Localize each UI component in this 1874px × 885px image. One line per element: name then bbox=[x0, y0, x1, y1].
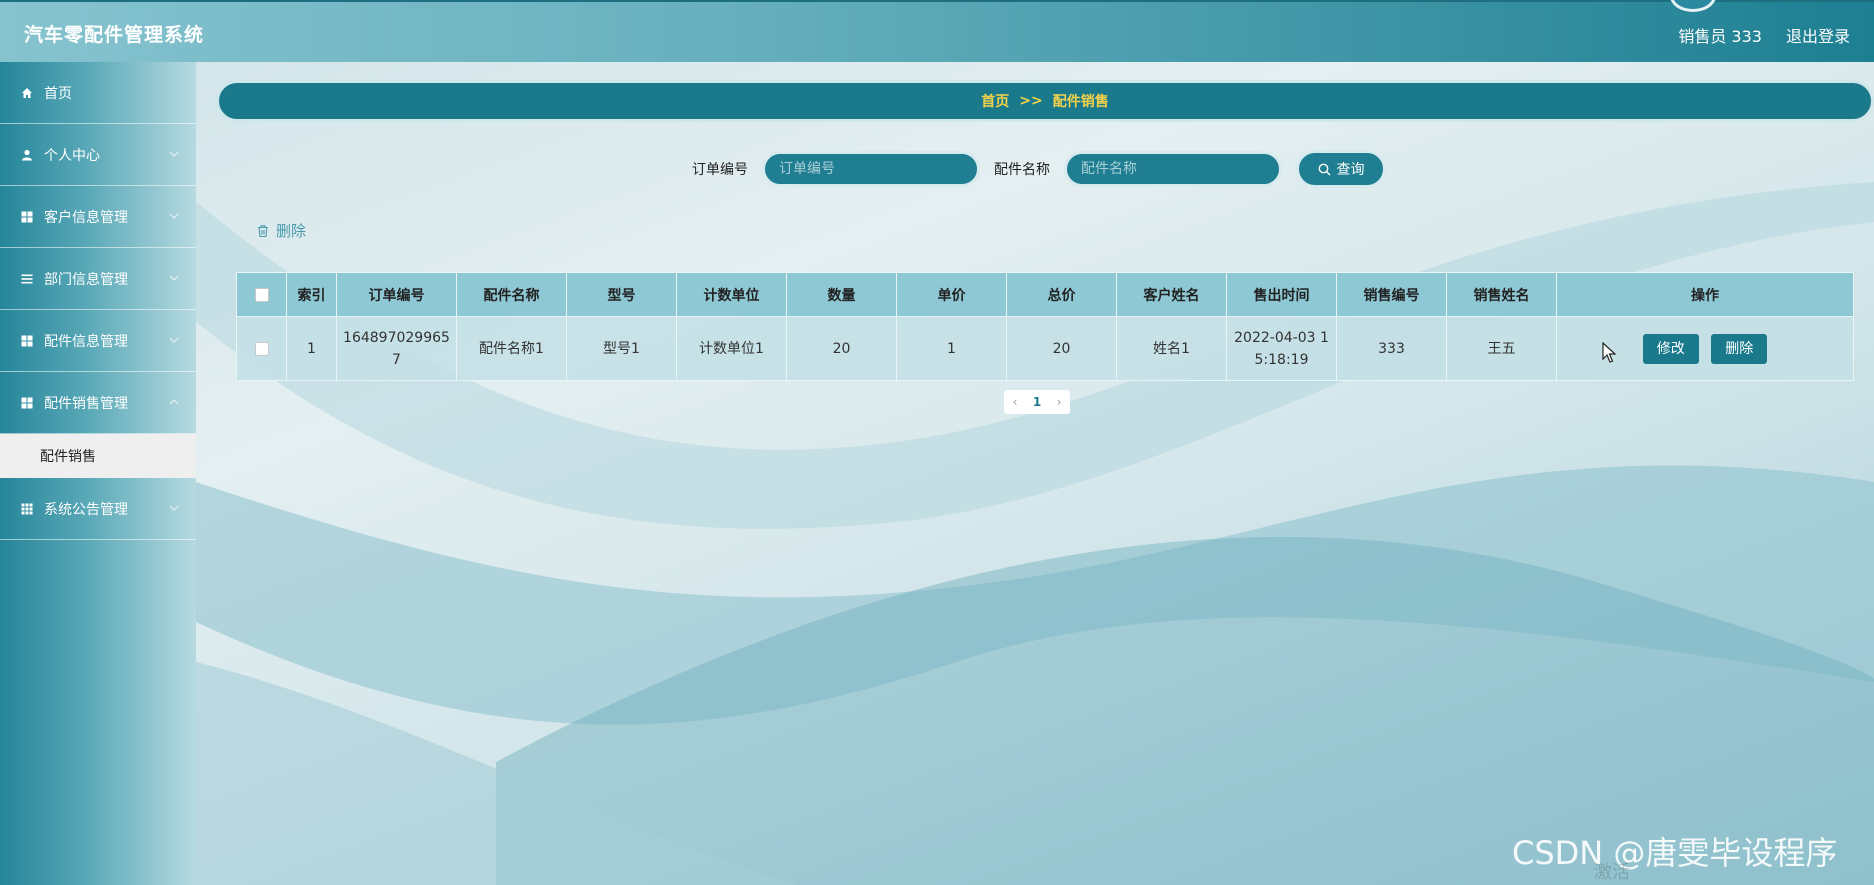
logout-button[interactable]: 退出登录 bbox=[1786, 23, 1850, 47]
table-header-row: 索引 订单编号 配件名称 型号 计数单位 数量 单价 总价 客户姓名 售出时间 … bbox=[236, 272, 1854, 317]
row-select-cell bbox=[236, 316, 287, 381]
avatar[interactable] bbox=[1670, 0, 1716, 12]
sidebar-item-label: 个人中心 bbox=[44, 147, 100, 164]
grid9-icon bbox=[20, 502, 34, 516]
breadcrumb: 首页 >> 配件销售 bbox=[216, 80, 1874, 122]
column-header: 销售编号 bbox=[1336, 272, 1447, 317]
column-header: 配件名称 bbox=[456, 272, 567, 317]
sales-table: 索引 订单编号 配件名称 型号 计数单位 数量 单价 总价 客户姓名 售出时间 … bbox=[236, 272, 1854, 381]
cell-sales-no: 333 bbox=[1336, 316, 1447, 381]
sidebar-item-label: 部门信息管理 bbox=[44, 271, 128, 288]
column-header: 计数单位 bbox=[676, 272, 787, 317]
column-header: 售出时间 bbox=[1226, 272, 1337, 317]
cell-order-no: 164897029965 7 bbox=[336, 316, 457, 381]
sidebar-item-announcement-management[interactable]: 系统公告管理 bbox=[0, 478, 196, 540]
sidebar-item-label: 首页 bbox=[44, 85, 72, 102]
edit-button[interactable]: 修改 bbox=[1642, 333, 1699, 364]
cell-model: 型号1 bbox=[566, 316, 677, 381]
header-user-area: 销售员 333 退出登录 bbox=[1678, 23, 1850, 47]
chevron-up-icon bbox=[169, 399, 179, 405]
column-header: 总价 bbox=[1006, 272, 1117, 317]
column-header: 订单编号 bbox=[336, 272, 457, 317]
sidebar-item-label: 配件销售管理 bbox=[44, 395, 128, 412]
chevron-down-icon bbox=[169, 505, 179, 511]
watermark: CSDN @唐雯毕设程序 bbox=[1512, 834, 1838, 872]
cell-quantity: 20 bbox=[786, 316, 897, 381]
mouse-cursor-icon bbox=[1602, 342, 1617, 363]
pagination: ‹ 1 › bbox=[1004, 390, 1070, 414]
sidebar-item-part-sales-management[interactable]: 配件销售管理 bbox=[0, 372, 196, 434]
sidebar-subitem-part-sales[interactable]: 配件销售 bbox=[0, 434, 196, 478]
list-icon bbox=[20, 272, 34, 286]
sidebar-item-customer-management[interactable]: 客户信息管理 bbox=[0, 186, 196, 248]
breadcrumb-current: 配件销售 bbox=[1052, 94, 1109, 110]
select-all-cell bbox=[236, 272, 287, 317]
row-checkbox[interactable] bbox=[254, 341, 269, 356]
prev-page-button[interactable]: ‹ bbox=[1004, 390, 1026, 414]
part-name-label: 配件名称 bbox=[994, 162, 1050, 178]
cell-sales-name: 王五 bbox=[1446, 316, 1557, 381]
bulk-delete-label: 删除 bbox=[276, 222, 307, 240]
search-form: 订单编号 配件名称 查询 bbox=[692, 150, 1386, 188]
cell-customer: 姓名1 bbox=[1116, 316, 1227, 381]
chevron-down-icon bbox=[169, 151, 179, 157]
sidebar-item-home[interactable]: 首页 bbox=[0, 62, 196, 124]
search-icon bbox=[1318, 163, 1330, 175]
part-name-input[interactable] bbox=[1064, 151, 1282, 187]
order-no-line2: 7 bbox=[392, 351, 401, 368]
breadcrumb-separator: >> bbox=[1019, 93, 1043, 109]
next-page-button[interactable]: › bbox=[1048, 390, 1070, 414]
sidebar-item-department-management[interactable]: 部门信息管理 bbox=[0, 248, 196, 310]
cell-unit-price: 1 bbox=[896, 316, 1007, 381]
breadcrumb-home[interactable]: 首页 bbox=[981, 91, 1009, 111]
top-header: 汽车零配件管理系统 销售员 333 退出登录 bbox=[0, 0, 1874, 62]
home-icon bbox=[20, 86, 34, 100]
delete-button[interactable]: 删除 bbox=[1711, 333, 1768, 364]
column-header: 操作 bbox=[1556, 272, 1854, 317]
grid-icon bbox=[20, 396, 34, 410]
column-header: 数量 bbox=[786, 272, 897, 317]
chevron-down-icon bbox=[169, 275, 179, 281]
user-icon bbox=[20, 148, 34, 162]
search-button-label: 查询 bbox=[1336, 162, 1365, 178]
sold-time-line2: 5:18:19 bbox=[1254, 351, 1309, 368]
grid-icon bbox=[20, 334, 34, 348]
column-header: 单价 bbox=[896, 272, 1007, 317]
sidebar: 首页 个人中心 客户信息管理 部门信息管理 配件信息管理 配件销售管理 配件销售… bbox=[0, 62, 196, 885]
order-no-line1: 164897029965 bbox=[343, 329, 450, 346]
activation-hint: 激活 bbox=[1594, 862, 1630, 883]
bulk-delete-button[interactable]: 删除 bbox=[256, 220, 306, 241]
cell-total: 20 bbox=[1006, 316, 1117, 381]
column-header: 索引 bbox=[286, 272, 337, 317]
search-button[interactable]: 查询 bbox=[1296, 150, 1386, 188]
cell-part-name: 配件名称1 bbox=[456, 316, 567, 381]
chevron-down-icon bbox=[169, 337, 179, 343]
sidebar-item-personal-center[interactable]: 个人中心 bbox=[0, 124, 196, 186]
order-no-input[interactable] bbox=[762, 151, 980, 187]
user-label: 销售员 333 bbox=[1678, 27, 1762, 46]
order-no-label: 订单编号 bbox=[692, 162, 748, 178]
column-header: 销售姓名 bbox=[1446, 272, 1557, 317]
trash-icon bbox=[258, 224, 268, 237]
column-header: 型号 bbox=[566, 272, 677, 317]
grid-icon bbox=[20, 210, 34, 224]
sidebar-item-label: 配件信息管理 bbox=[44, 333, 128, 350]
column-header: 客户姓名 bbox=[1116, 272, 1227, 317]
sidebar-item-label: 客户信息管理 bbox=[44, 209, 128, 226]
chevron-down-icon bbox=[169, 213, 179, 219]
sold-time-line1: 2022-04-03 1 bbox=[1234, 329, 1329, 346]
cell-index: 1 bbox=[286, 316, 337, 381]
select-all-checkbox[interactable] bbox=[254, 287, 269, 302]
page-number[interactable]: 1 bbox=[1026, 390, 1048, 414]
sidebar-item-label: 系统公告管理 bbox=[44, 501, 128, 518]
app-title: 汽车零配件管理系统 bbox=[24, 24, 205, 46]
main-content: 首页 >> 配件销售 订单编号 配件名称 查询 删除 索引 订单编号 配件名称 … bbox=[196, 62, 1874, 885]
cell-unit: 计数单位1 bbox=[676, 316, 787, 381]
cell-sold-time: 2022-04-03 1 5:18:19 bbox=[1226, 316, 1337, 381]
sidebar-item-part-info-management[interactable]: 配件信息管理 bbox=[0, 310, 196, 372]
